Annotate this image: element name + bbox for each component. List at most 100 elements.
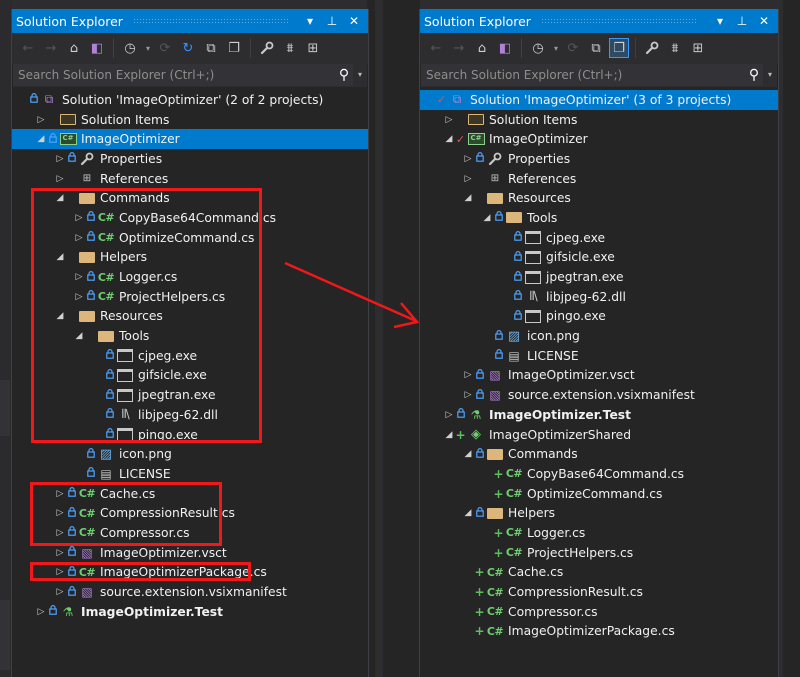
tree-item[interactable]: gifsicle.exe xyxy=(420,248,778,268)
collapsed-arrow-icon[interactable]: ▷ xyxy=(54,154,66,164)
tree-item[interactable]: gifsicle.exe xyxy=(12,366,368,386)
pending-changes-filter-icon[interactable]: ◷ xyxy=(120,38,140,58)
tree-item[interactable]: ◢ + ◈ ImageOptimizerShared xyxy=(420,425,778,445)
tree-item[interactable]: ▷ C# CopyBase64Command.cs xyxy=(12,208,368,228)
tree-item[interactable]: ⦀\ libjpeg-62.dll xyxy=(420,287,778,307)
tree-item[interactable]: + C# OptimizeCommand.cs xyxy=(420,484,778,504)
show-all-files-icon[interactable]: ❐ xyxy=(224,38,244,58)
expanded-arrow-icon[interactable]: ◢ xyxy=(54,252,66,262)
collapsed-arrow-icon[interactable]: ▷ xyxy=(54,528,66,538)
tree-item[interactable]: + C# CopyBase64Command.cs xyxy=(420,464,778,484)
properties-icon[interactable] xyxy=(642,38,662,58)
expanded-arrow-icon[interactable]: ◢ xyxy=(54,311,66,321)
collapsed-arrow-icon[interactable]: ▷ xyxy=(35,607,47,617)
tree-item[interactable]: ▷ ⚗ ImageOptimizer.Test xyxy=(12,602,368,622)
tree-item[interactable]: jpegtran.exe xyxy=(420,267,778,287)
tree-item[interactable]: ◢ Commands xyxy=(12,188,368,208)
collapsed-arrow-icon[interactable]: ▷ xyxy=(35,115,47,125)
tree-item[interactable]: ◢ Resources xyxy=(12,307,368,327)
tree-item[interactable]: ▷ C# OptimizeCommand.cs xyxy=(12,228,368,248)
tree-item[interactable]: ◢ Resources xyxy=(420,188,778,208)
filter-dropdown-icon[interactable]: ▾ xyxy=(143,38,153,58)
collapsed-arrow-icon[interactable]: ▷ xyxy=(462,390,474,400)
collapsed-arrow-icon[interactable]: ▷ xyxy=(73,292,85,302)
collapsed-arrow-icon[interactable]: ▷ xyxy=(462,370,474,380)
tree-item[interactable]: ▷ ▧ source.extension.vsixmanifest xyxy=(420,385,778,405)
tree-item[interactable]: ▷ ⚗ ImageOptimizer.Test xyxy=(420,405,778,425)
collapse-all-icon[interactable]: ⧉ xyxy=(201,38,221,58)
collapsed-arrow-icon[interactable]: ▷ xyxy=(73,213,85,223)
tree-item[interactable]: ◢ Helpers xyxy=(12,248,368,268)
tree-item[interactable]: ▷ Solution Items xyxy=(12,110,368,130)
tree-item[interactable]: ▷ ▧ ImageOptimizer.vsct xyxy=(420,366,778,386)
collapsed-arrow-icon[interactable]: ▷ xyxy=(462,174,474,184)
collapsed-arrow-icon[interactable]: ▷ xyxy=(54,174,66,184)
forward-icon[interactable]: → xyxy=(41,38,61,58)
panel-titlebar[interactable]: Solution Explorer ▾ ⊥ ✕ xyxy=(12,9,368,33)
switch-views-icon[interactable]: ◧ xyxy=(495,38,515,58)
show-all-files-icon[interactable]: ❐ xyxy=(609,38,629,58)
tree-item[interactable]: ▷ Properties xyxy=(12,149,368,169)
collapsed-arrow-icon[interactable]: ▷ xyxy=(73,272,85,282)
tree-item[interactable]: ◢ ✓ C# ImageOptimizer xyxy=(420,129,778,149)
sync-icon[interactable]: ⟳ xyxy=(155,38,175,58)
tree-item[interactable]: ▷ C# Cache.cs xyxy=(12,484,368,504)
tree-item[interactable]: ▤ LICENSE xyxy=(12,464,368,484)
tree-item[interactable]: + C# CompressionResult.cs xyxy=(420,582,778,602)
tree-item[interactable]: + C# ProjectHelpers.cs xyxy=(420,543,778,563)
expanded-arrow-icon[interactable]: ◢ xyxy=(481,213,493,223)
tree-item[interactable]: ▷ C# ProjectHelpers.cs xyxy=(12,287,368,307)
expanded-arrow-icon[interactable]: ◢ xyxy=(462,193,474,203)
tree-item[interactable]: ▷ C# Compressor.cs xyxy=(12,523,368,543)
tree-item[interactable]: ▷ Solution Items xyxy=(420,110,778,130)
collapsed-arrow-icon[interactable]: ▷ xyxy=(54,508,66,518)
expanded-arrow-icon[interactable]: ◢ xyxy=(462,449,474,459)
tree-item[interactable]: ▷ ⊞ References xyxy=(420,169,778,189)
tree-item[interactable]: ◢ C# ImageOptimizer xyxy=(12,129,368,150)
search-input[interactable] xyxy=(13,68,335,82)
tree-item[interactable]: ⦀\ libjpeg-62.dll xyxy=(12,405,368,425)
tree-item[interactable]: ▷ ⊞ References xyxy=(12,169,368,189)
panel-titlebar[interactable]: Solution Explorer ▾ ⊥ ✕ xyxy=(420,9,778,33)
tree-item[interactable]: ✓ ⧉ Solution 'ImageOptimizer' (3 of 3 proj… xyxy=(420,90,778,110)
collapsed-arrow-icon[interactable]: ▷ xyxy=(54,548,66,558)
home-icon[interactable]: ⌂ xyxy=(472,38,492,58)
collapse-all-icon[interactable]: ⧉ xyxy=(586,38,606,58)
new-view-icon[interactable]: ⊞ xyxy=(303,38,323,58)
refresh-icon[interactable]: ↻ xyxy=(178,38,198,58)
tree-item[interactable]: jpegtran.exe xyxy=(12,385,368,405)
tree-item[interactable]: ▷ C# CompressionResult.cs xyxy=(12,503,368,523)
search-icon[interactable]: ⚲ xyxy=(335,67,353,83)
tree-item[interactable]: ▷ ▧ source.extension.vsixmanifest xyxy=(12,582,368,602)
pin-icon[interactable]: ⊥ xyxy=(734,14,750,28)
tree-item[interactable]: ▷ C# Logger.cs xyxy=(12,267,368,287)
window-menu-icon[interactable]: ▾ xyxy=(712,14,728,28)
search-icon[interactable]: ⚲ xyxy=(745,67,763,83)
collapsed-arrow-icon[interactable]: ▷ xyxy=(54,587,66,597)
forward-icon[interactable]: → xyxy=(449,38,469,58)
expanded-arrow-icon[interactable]: ◢ xyxy=(35,134,47,144)
search-options-dropdown-icon[interactable]: ▾ xyxy=(353,64,367,86)
tree-item[interactable]: ▷ Properties xyxy=(420,149,778,169)
back-icon[interactable]: ← xyxy=(18,38,38,58)
tree-item[interactable]: ▷ C# ImageOptimizerPackage.cs xyxy=(12,563,368,583)
tree-item[interactable]: + C# Compressor.cs xyxy=(420,602,778,622)
tree-item[interactable]: ▷ ▧ ImageOptimizer.vsct xyxy=(12,543,368,563)
expanded-arrow-icon[interactable]: ◢ xyxy=(54,193,66,203)
pending-changes-filter-icon[interactable]: ◷ xyxy=(528,38,548,58)
pin-icon[interactable]: ⊥ xyxy=(324,14,340,28)
tree-item[interactable]: + C# Cache.cs xyxy=(420,563,778,583)
expanded-arrow-icon[interactable]: ◢ xyxy=(462,508,474,518)
new-view-icon[interactable]: ⊞ xyxy=(688,38,708,58)
tree-item[interactable]: ◢ Commands xyxy=(420,444,778,464)
tree-item[interactable]: ▨ icon.png xyxy=(420,326,778,346)
close-icon[interactable]: ✕ xyxy=(346,14,362,28)
tree-item[interactable]: ◢ Tools xyxy=(420,208,778,228)
preview-selected-icon[interactable]: ⩩ xyxy=(280,38,300,58)
tree-item[interactable]: pingo.exe xyxy=(12,425,368,445)
collapsed-arrow-icon[interactable]: ▷ xyxy=(462,154,474,164)
filter-dropdown-icon[interactable]: ▾ xyxy=(551,38,561,58)
expanded-arrow-icon[interactable]: ◢ xyxy=(443,430,455,440)
tree-item[interactable]: pingo.exe xyxy=(420,307,778,327)
expanded-arrow-icon[interactable]: ◢ xyxy=(443,134,455,144)
